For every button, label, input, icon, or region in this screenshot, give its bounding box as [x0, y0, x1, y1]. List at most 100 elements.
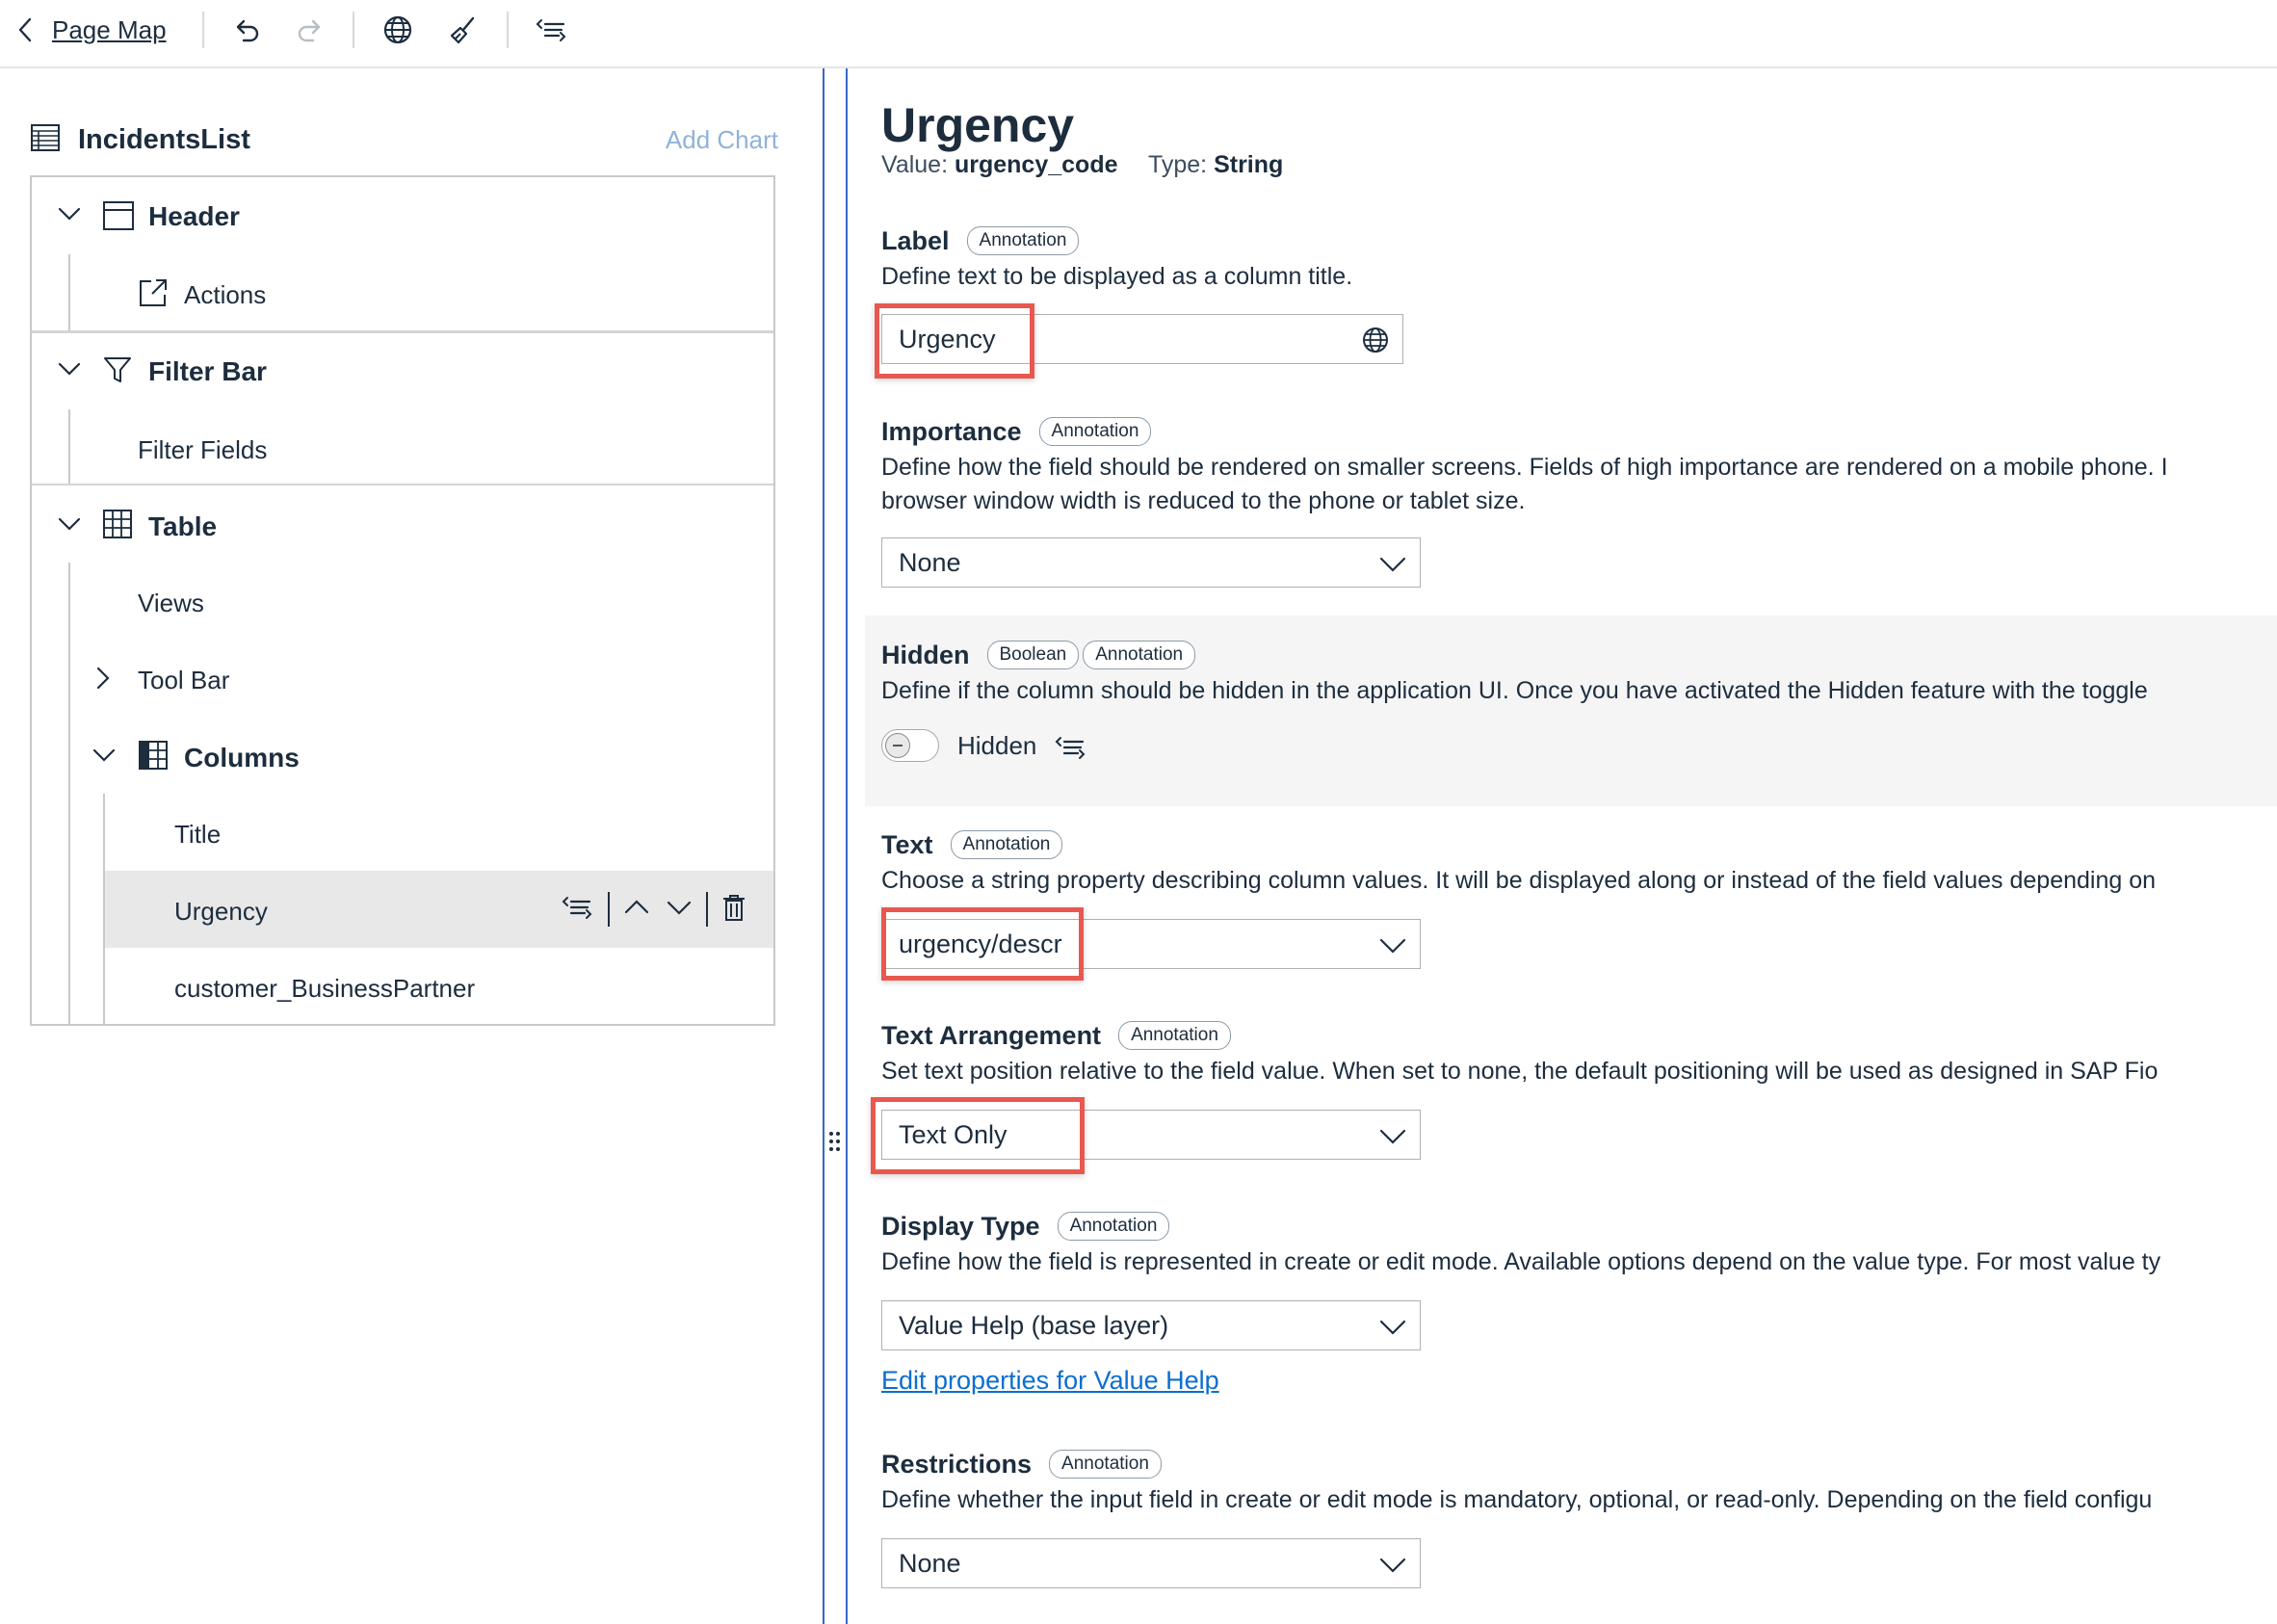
toolbar: Page Map	[0, 0, 2277, 68]
chevron-down-icon[interactable]	[1377, 1120, 1408, 1151]
broom-icon[interactable]	[444, 12, 483, 48]
table-icon	[102, 509, 133, 544]
header-icon	[102, 200, 135, 236]
prop-description: Define if the column should be hidden in…	[881, 677, 2148, 704]
toolbar-divider	[353, 12, 354, 48]
property-title: Urgency	[881, 98, 1075, 152]
tree-label: Actions	[184, 280, 267, 309]
importance-value: None	[899, 547, 961, 577]
chevron-down-icon[interactable]	[92, 746, 117, 770]
tree-label: Views	[138, 589, 204, 617]
prop-name: Hidden	[881, 640, 970, 669]
page-outline-tree: Header Actions Filter Bar Filter Fields …	[30, 175, 775, 1026]
action-divider	[706, 892, 708, 927]
tree-item-column-urgency[interactable]: Urgency	[105, 871, 773, 948]
list-report-icon	[30, 122, 61, 158]
prop-name: Text	[881, 829, 933, 859]
prop-name: Importance	[881, 416, 1022, 446]
highlight-box	[871, 1097, 1085, 1174]
delete-icon[interactable]	[721, 893, 746, 927]
highlight-box	[881, 907, 1084, 981]
annotation-badge: Annotation	[1118, 1021, 1231, 1050]
tree-label: Columns	[184, 743, 300, 773]
tree-label: Tool Bar	[138, 666, 230, 694]
chevron-down-icon[interactable]	[57, 359, 82, 383]
prop-description: Choose a string property describing colu…	[881, 867, 2157, 894]
value-key: Value:	[881, 151, 949, 178]
prop-description: Define how the field is represented in c…	[881, 1248, 2161, 1275]
toolbar-divider	[507, 12, 509, 48]
chevron-left-icon	[17, 15, 39, 44]
prop-name: Text Arrangement	[881, 1020, 1102, 1050]
hidden-toggle[interactable]	[881, 729, 939, 762]
type-text: String	[1214, 151, 1284, 178]
highlight-box	[875, 303, 1034, 379]
prop-description: Define whether the input field in create…	[881, 1486, 2153, 1513]
add-chart-button[interactable]: Add Chart	[666, 125, 778, 155]
prop-name: Restrictions	[881, 1449, 1033, 1479]
back-label: Page Map	[52, 14, 167, 44]
display-type-select[interactable]: Value Help (base layer)	[881, 1300, 1421, 1350]
annotation-badge: Annotation	[1083, 641, 1196, 669]
hidden-toggle-label: Hidden	[957, 731, 1037, 760]
external-link-icon	[138, 277, 169, 313]
prop-name: Label	[881, 225, 950, 255]
undo-icon[interactable]	[227, 12, 266, 48]
chevron-down-icon[interactable]	[1377, 930, 1408, 960]
toolbar-divider	[202, 12, 204, 48]
tree-item-columns[interactable]: Columns	[32, 717, 773, 794]
tree-item-column-customer[interactable]: customer_BusinessPartner	[32, 948, 773, 1025]
tree-label: Filter Bar	[148, 356, 267, 386]
properties-panel: Urgency Value: urgency_code Type: String…	[851, 68, 2277, 1624]
prop-display-type: Display Type Annotation Define how the f…	[881, 1207, 2277, 1279]
globe-icon[interactable]	[379, 12, 417, 48]
value-text: urgency_code	[954, 151, 1118, 178]
annotation-badge: Annotation	[1057, 1212, 1170, 1241]
globe-icon[interactable]	[1360, 325, 1391, 355]
tree-item-tool-bar[interactable]: Tool Bar	[32, 640, 773, 717]
filter-icon	[102, 354, 133, 390]
tree-label: Header	[148, 201, 240, 231]
chevron-down-icon[interactable]	[1377, 1311, 1408, 1342]
tree-item-table[interactable]: Table	[32, 485, 773, 563]
prop-description: Set text position relative to the field …	[881, 1058, 2159, 1085]
tree-item-header[interactable]: Header	[32, 177, 773, 254]
outline-icon[interactable]	[532, 12, 570, 48]
restrictions-select[interactable]: None	[881, 1538, 1421, 1588]
outline-icon[interactable]	[560, 893, 594, 927]
tree-item-actions[interactable]: Actions	[32, 254, 773, 331]
move-up-icon[interactable]	[623, 897, 650, 923]
chevron-down-icon[interactable]	[57, 514, 82, 538]
tree-item-column-title[interactable]: Title	[32, 794, 773, 871]
tree-label: customer_BusinessPartner	[174, 974, 476, 1003]
prop-description: Define how the field should be rendered …	[881, 454, 2168, 481]
tree-item-views[interactable]: Views	[32, 563, 773, 640]
annotation-badge: Annotation	[1038, 417, 1152, 446]
tree-item-filter-bar[interactable]: Filter Bar	[32, 332, 773, 409]
drag-handle-icon[interactable]	[828, 1123, 842, 1160]
prop-importance: Importance Annotation Define how the fie…	[881, 412, 2277, 518]
redo-icon[interactable]	[291, 12, 329, 48]
prop-text: Text Annotation Choose a string property…	[881, 825, 2277, 898]
annotation-badge: Annotation	[950, 830, 1063, 859]
panel-splitter[interactable]	[821, 68, 850, 1624]
prop-description: browser window width is reduced to the p…	[881, 487, 1526, 514]
restrictions-value: None	[899, 1548, 961, 1578]
chevron-down-icon[interactable]	[1377, 1549, 1408, 1580]
chevron-down-icon[interactable]	[1377, 548, 1408, 579]
page-name: IncidentsList	[78, 123, 250, 155]
chevron-right-icon[interactable]	[93, 666, 113, 695]
annotation-badge: Annotation	[1049, 1450, 1162, 1479]
move-down-icon[interactable]	[666, 897, 693, 923]
importance-select[interactable]: None	[881, 537, 1421, 588]
back-to-page-map-link[interactable]: Page Map	[17, 10, 167, 50]
prop-name: Display Type	[881, 1211, 1040, 1241]
chevron-down-icon[interactable]	[57, 204, 82, 228]
outline-icon[interactable]	[1054, 733, 1086, 767]
tree-item-filter-fields[interactable]: Filter Fields	[32, 409, 773, 486]
prop-label: Label Annotation Define text to be displ…	[881, 222, 2277, 294]
prop-restrictions: Restrictions Annotation Define whether t…	[881, 1445, 2277, 1517]
tree-label: Urgency	[174, 897, 268, 926]
action-divider	[608, 892, 610, 927]
edit-value-help-link[interactable]: Edit properties for Value Help	[881, 1366, 1219, 1396]
